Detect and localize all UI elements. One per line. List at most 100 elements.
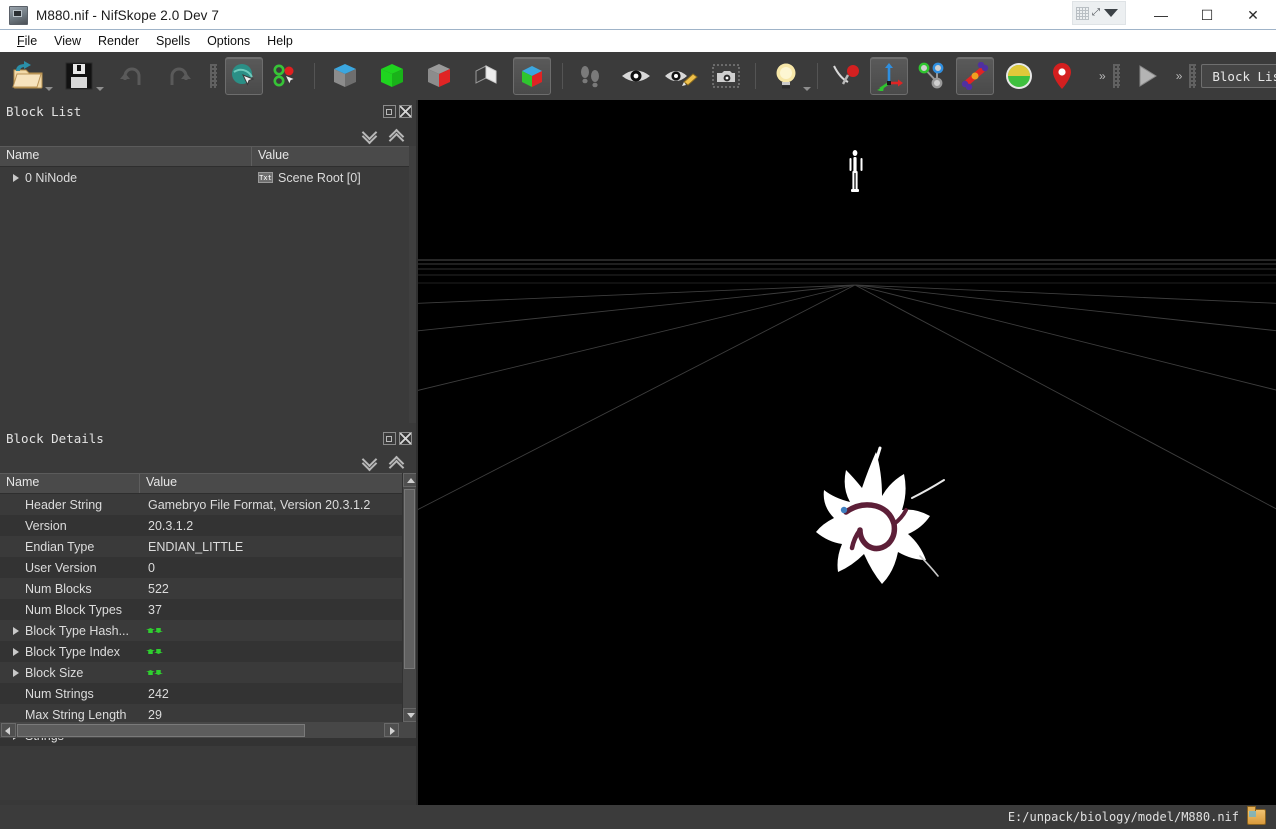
- float-icon[interactable]: [383, 104, 396, 118]
- transform-axes-icon[interactable]: [870, 57, 908, 95]
- select-vertex-icon[interactable]: [269, 58, 305, 94]
- scroll-right-arrow-icon[interactable]: [384, 723, 399, 737]
- block-details-body: Header String Gamebryo File Format, Versi…: [0, 494, 416, 746]
- save-dropdown-caret[interactable]: [96, 87, 104, 91]
- window-controls: — ☐ ✕: [1138, 0, 1276, 30]
- nifskope-window: M880.nif - NifSkope 2.0 Dev 7 ⤢ — ☐ ✕ Fi…: [0, 0, 1276, 829]
- havok-bones-icon[interactable]: [956, 57, 994, 95]
- toolbar-grip[interactable]: [210, 64, 217, 88]
- edit-visibility-icon[interactable]: [663, 58, 699, 94]
- block-list-header-row: Name Value: [0, 146, 416, 167]
- collapse-all-icon[interactable]: [361, 124, 378, 144]
- block-details-row-name: Num Blocks: [25, 581, 92, 596]
- menu-options-label: Options: [207, 34, 251, 48]
- sphere-bounds-icon[interactable]: [1001, 58, 1037, 94]
- draw-furniture-icon[interactable]: [468, 58, 504, 94]
- hscroll-thumb[interactable]: [17, 723, 305, 737]
- play-animation-icon[interactable]: [1129, 58, 1165, 94]
- block-details-row-value: ENDIAN_LITTLE: [148, 539, 244, 554]
- minimize-button[interactable]: —: [1138, 0, 1184, 30]
- menu-file[interactable]: File: [9, 32, 46, 50]
- block-details-row-name: Block Type Hash...: [25, 623, 129, 638]
- marker-pin-icon[interactable]: [1044, 58, 1080, 94]
- chevron-down-icon[interactable]: [1104, 9, 1118, 17]
- lighting-dropdown-caret[interactable]: [803, 87, 811, 91]
- menu-view[interactable]: View: [46, 32, 90, 50]
- close-icon[interactable]: [399, 104, 412, 118]
- maximize-button[interactable]: ☐: [1184, 0, 1230, 30]
- expand-arrow-icon[interactable]: [13, 173, 19, 182]
- menu-render[interactable]: Render: [90, 32, 148, 50]
- table-row[interactable]: Header String Gamebryo File Format, Versi…: [0, 494, 416, 515]
- menu-help[interactable]: Help: [259, 32, 302, 50]
- draw-nodes-icon[interactable]: [327, 58, 363, 94]
- block-list-scroll-gutter[interactable]: [409, 146, 416, 423]
- undo-icon[interactable]: [114, 58, 150, 94]
- table-row[interactable]: Block Type Index: [0, 641, 416, 662]
- expand-arrow-icon[interactable]: [13, 626, 19, 635]
- block-details-vscrollbar[interactable]: [402, 473, 417, 738]
- screenshot-icon[interactable]: [708, 58, 744, 94]
- table-row[interactable]: Num Strings 242: [0, 683, 416, 704]
- 3d-viewport[interactable]: [418, 100, 1276, 805]
- node-links-icon[interactable]: [914, 58, 950, 94]
- toolbar-grip[interactable]: [1189, 64, 1197, 88]
- vscroll-thumb[interactable]: [404, 489, 415, 669]
- close-button[interactable]: ✕: [1230, 0, 1276, 30]
- menu-render-label: Render: [98, 34, 140, 48]
- expand-arrow-icon[interactable]: [13, 668, 19, 677]
- minimize-icon: —: [1154, 7, 1168, 23]
- table-row[interactable]: Endian Type ENDIAN_LITTLE: [0, 536, 416, 557]
- table-row[interactable]: Version 20.3.1.2: [0, 515, 416, 536]
- overflow-chevron-icon[interactable]: »: [1099, 69, 1106, 83]
- lighting-icon[interactable]: [768, 58, 811, 94]
- paint-brush-icon[interactable]: [828, 58, 864, 94]
- redo-icon[interactable]: [161, 58, 197, 94]
- block-details-row-name: Version: [25, 518, 67, 533]
- show-axes-icon[interactable]: [513, 57, 551, 95]
- draw-collision-icon[interactable]: [374, 58, 410, 94]
- overflow-chevron-icon[interactable]: »: [1176, 69, 1183, 83]
- float-icon[interactable]: [383, 431, 396, 445]
- select-object-icon[interactable]: [225, 57, 263, 95]
- open-file-icon[interactable]: [10, 58, 53, 94]
- toolbar-grip[interactable]: [1112, 64, 1120, 88]
- scroll-down-arrow-icon[interactable]: [403, 708, 417, 722]
- snap-grid-icon: [1076, 6, 1089, 20]
- scroll-up-arrow-icon[interactable]: [403, 473, 417, 487]
- close-icon: ✕: [1247, 7, 1259, 23]
- snap-layout-widget[interactable]: ⤢: [1072, 1, 1126, 25]
- open-dropdown-caret[interactable]: [45, 87, 53, 91]
- expand-all-icon[interactable]: [388, 127, 405, 148]
- expand-all-icon[interactable]: [388, 454, 405, 475]
- block-list-col-value[interactable]: Value: [252, 147, 416, 166]
- scroll-left-arrow-icon[interactable]: [1, 723, 16, 737]
- block-list-row-value: Scene Root [0]: [278, 170, 361, 185]
- block-details-col-name[interactable]: Name: [0, 474, 140, 493]
- status-file-path: E:/unpack/biology/model/M880.nif: [1007, 810, 1239, 824]
- table-row[interactable]: Block Size: [0, 662, 416, 683]
- save-file-icon[interactable]: [61, 58, 104, 94]
- block-details-row-name: Endian Type: [25, 539, 95, 554]
- table-row[interactable]: Block Type Hash...: [0, 620, 416, 641]
- draw-constraints-icon[interactable]: [421, 58, 457, 94]
- block-details-col-value[interactable]: Value: [140, 474, 393, 493]
- table-row[interactable]: Num Block Types 37: [0, 599, 416, 620]
- folder-icon[interactable]: [1247, 806, 1266, 825]
- menu-options[interactable]: Options: [199, 32, 259, 50]
- expand-arrow-icon[interactable]: [13, 647, 19, 656]
- table-row[interactable]: User Version 0: [0, 557, 416, 578]
- block-details-hscrollbar[interactable]: [0, 722, 416, 738]
- fullscreen-expand-icon[interactable]: ⤢: [1092, 8, 1100, 18]
- menu-spells[interactable]: Spells: [148, 32, 199, 50]
- show-hidden-icon[interactable]: [573, 58, 609, 94]
- close-icon[interactable]: [399, 431, 412, 445]
- visibility-icon[interactable]: [618, 58, 654, 94]
- block-details-row-name: Max String Length: [25, 707, 127, 722]
- block-list-toolbar-button[interactable]: Block List: [1201, 64, 1276, 88]
- table-row[interactable]: Num Blocks 522: [0, 578, 416, 599]
- collapse-all-icon[interactable]: [361, 451, 378, 471]
- toolbar-separator: [817, 63, 818, 89]
- block-list-col-name[interactable]: Name: [0, 147, 252, 166]
- table-row[interactable]: 0 NiNode Txt Scene Root [0]: [0, 167, 416, 188]
